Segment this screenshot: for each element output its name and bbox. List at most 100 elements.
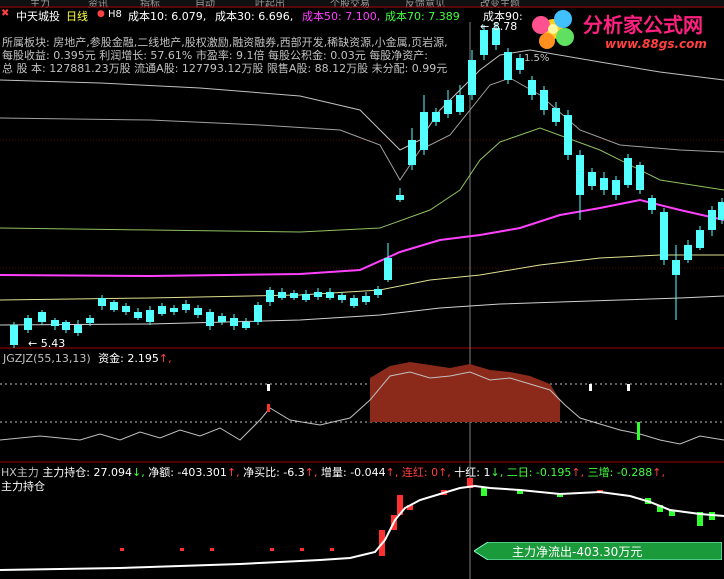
stock-name: 中天城投 — [16, 10, 60, 23]
candle-body-down — [696, 230, 704, 248]
site-logo: 分析家公式网 www.88gs.com — [527, 5, 724, 55]
main-holding-part: ↑, — [571, 466, 585, 479]
candle-body-down — [588, 172, 596, 186]
fund-indicator-title: JGZJZ(55,13,13) 资金: 2.195↑, — [3, 350, 172, 366]
main-holding-values: 主力持仓: 27.094↓, 净额: -403.301↑, 净买比: -6.3↑… — [42, 466, 665, 479]
holding-flow-bar — [481, 488, 487, 496]
main-holding-part: ↑, — [385, 466, 399, 479]
candle-body-down — [444, 100, 452, 114]
candle-body-down — [158, 306, 166, 314]
candle-body-down — [540, 90, 548, 110]
main-holding-part: 十红: 1 — [450, 466, 491, 479]
candle-body-down — [480, 30, 488, 55]
main-holding-part: 净买比: -6.3 — [239, 466, 305, 479]
candle-body-down — [362, 296, 370, 302]
candle-body-down — [146, 310, 154, 322]
low-price-label: ← 5.43 — [28, 337, 66, 350]
candle-body-down — [218, 316, 226, 322]
ma-line-yellow — [0, 254, 724, 301]
candle-body-down — [516, 58, 524, 70]
candle-body-down — [86, 318, 94, 323]
main-holding-header: HX主力 主力持仓: 27.094↓, 净额: -403.301↑, 净买比: … — [1, 464, 665, 480]
candle-body-down — [350, 298, 358, 306]
main-holding-part: ↓, — [132, 466, 145, 479]
main-holding-part: ↓, — [490, 466, 504, 479]
fund-line — [0, 371, 724, 445]
fund-indicator-name[interactable]: JGZJZ(55,13,13) — [3, 352, 91, 365]
ma-line-pink — [0, 198, 724, 278]
main-holding-part: 净额: -403.301 — [144, 466, 227, 479]
candle-body-down — [110, 302, 118, 310]
main-holding-part: 连红: 0 — [398, 466, 439, 479]
candle-body-down — [456, 95, 464, 112]
holding-small-mark — [330, 548, 334, 551]
candle-body-down — [600, 178, 608, 190]
candle-body-down — [254, 305, 262, 322]
logo-url: www.88gs.com — [605, 37, 707, 51]
candle-body-down — [206, 312, 214, 326]
candle-body-down — [314, 292, 322, 297]
candle-body-down — [648, 198, 656, 210]
main-holding-part: ↑, — [438, 466, 451, 479]
high-price-label: ← 8.78 — [480, 20, 518, 33]
flower-logo-icon — [532, 10, 574, 49]
period-label[interactable]: 日线 — [66, 8, 88, 24]
callout-text: 主力净流出-403.30万元 — [512, 545, 643, 559]
fund-indicator-panel — [0, 362, 724, 445]
ma-label-10: 成本10: 6.079, — [128, 10, 207, 23]
candle-body-down — [420, 112, 428, 150]
fund-white-tick — [627, 384, 630, 391]
main-holding-part: ↑, — [652, 466, 666, 479]
net-outflow-callout: 主力净流出-403.30万元 — [474, 542, 722, 560]
ma-line-a — [0, 77, 724, 181]
fund-signal-bar — [267, 404, 270, 412]
main-holding-part: ↑, — [304, 466, 318, 479]
candle-body-down — [290, 293, 298, 298]
candle-body-down — [134, 312, 142, 318]
main-holding-part: 三增: -0.288 — [584, 466, 653, 479]
candle-body-down — [528, 80, 536, 95]
candle-body-down — [182, 304, 190, 310]
candle-body-down — [170, 308, 178, 312]
candle-body-down — [122, 306, 130, 312]
candle-body-down — [576, 155, 584, 195]
candle-body-down — [708, 210, 716, 230]
holding-small-mark — [270, 548, 274, 551]
indicator-tag: H8 — [108, 9, 122, 20]
main-holding-part: ↑, — [226, 466, 240, 479]
fund-area-fill — [370, 362, 560, 422]
candle-body-down — [408, 140, 416, 165]
indicator-dot-icon: ● — [97, 9, 105, 19]
main-holding-line-label: 主力持仓 — [1, 480, 45, 493]
fund-white-tick — [589, 384, 592, 391]
candle-body-down — [564, 115, 572, 155]
candle-body-down — [660, 212, 668, 260]
candle-body-down — [552, 108, 560, 122]
ma-label-50: 成本50: 7.100, — [302, 10, 381, 23]
candle-body-down — [468, 60, 476, 95]
candle-body-down — [278, 292, 286, 298]
fund-value: 资金: 2.195 — [98, 352, 159, 365]
candle-body-down — [338, 295, 346, 300]
candle-body-down — [326, 292, 334, 298]
holding-small-mark — [210, 548, 214, 551]
candle-body-down — [62, 322, 70, 330]
candle-body-down — [194, 308, 202, 315]
stock-chart[interactable] — [0, 0, 724, 579]
main-holding-part: 增量: -0.044 — [317, 466, 386, 479]
holding-small-mark — [180, 548, 184, 551]
candle-body-down — [672, 260, 680, 275]
candle-body-down — [302, 294, 310, 300]
candle-body-down — [384, 258, 392, 280]
candle-body-down — [718, 202, 724, 220]
close-icon[interactable]: ✖ — [1, 8, 9, 19]
candle-body-down — [504, 52, 512, 80]
candle-body-down — [242, 322, 250, 328]
candle-body-down — [636, 165, 644, 190]
candle-body-down — [266, 290, 274, 302]
ma-label-30: 成本30: 6.696, — [215, 10, 294, 23]
candle-body-down — [230, 318, 238, 326]
candle-body-down — [51, 320, 59, 326]
candle-body-down — [98, 298, 106, 306]
fund-white-tick — [267, 384, 270, 391]
